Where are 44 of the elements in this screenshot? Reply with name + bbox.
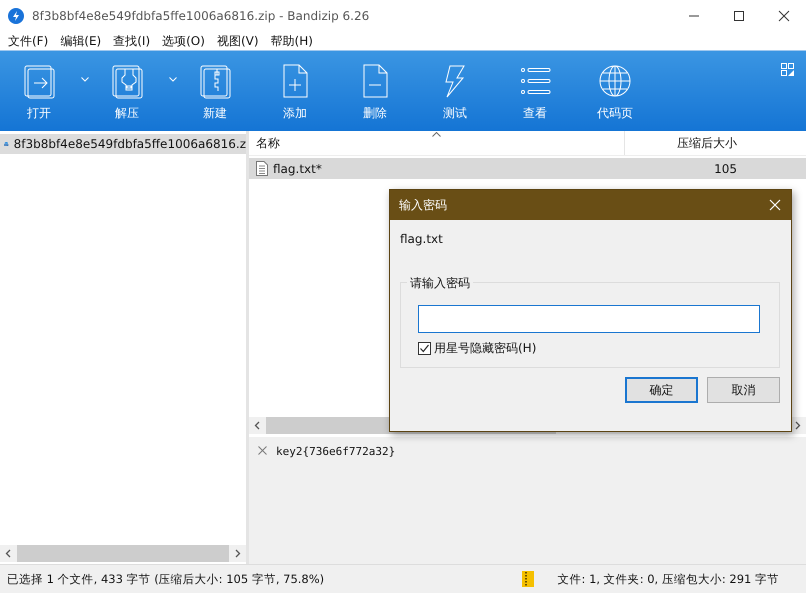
menu-item[interactable]: 帮助(H) [270, 32, 313, 50]
status-text: 已选择 1 个文件, 433 字节 (压缩后大小: 105 字节, 75.8%) [7, 572, 326, 586]
toolbar-button[interactable]: 添加 [270, 51, 320, 122]
menu-item[interactable]: 编辑(E) [60, 32, 102, 50]
file-row[interactable]: flag.txt* 105 [249, 158, 806, 179]
comment-text: key2{736e6f772a32} [276, 446, 396, 457]
password-field[interactable] [418, 305, 760, 333]
layout-icon[interactable] [781, 63, 794, 76]
file-name: flag.txt [400, 232, 444, 246]
app-logo-icon [8, 8, 24, 24]
maximize-icon[interactable] [733, 10, 745, 22]
toolbar-button[interactable]: 删除 [350, 51, 400, 122]
menu-item[interactable]: 视图(V) [216, 32, 259, 50]
toolbar-button[interactable]: 新建 [190, 51, 240, 122]
dialog-title: 输入密码 [399, 196, 447, 214]
archive-tree-item[interactable]: 8f3b8bf4e8e549fdbfa5ffe1006a6816.z [0, 134, 246, 154]
text-file-icon [256, 161, 268, 176]
column-header[interactable]: 压缩后大小 [625, 131, 745, 155]
menu-item[interactable]: 文件(F) [8, 32, 48, 50]
hide-password-checkbox[interactable]: 用星号隐藏密码(H) [418, 340, 762, 357]
cancel-button[interactable]: 取消 [707, 377, 780, 403]
zip-folder-icon [521, 570, 535, 588]
checkbox-icon[interactable] [418, 342, 431, 355]
group-label: 请输入密码 [407, 275, 473, 292]
toolbar-button[interactable]: 代码页 [590, 51, 640, 122]
toolbar-button[interactable]: 打开 [14, 51, 64, 122]
dropdown-caret-icon[interactable] [169, 77, 177, 82]
new-archive-icon [198, 63, 232, 99]
menu-item[interactable]: 查找(I) [113, 32, 150, 50]
ok-button[interactable]: 确定 [625, 377, 698, 403]
close-icon[interactable] [778, 10, 790, 22]
horizontal-scrollbar[interactable] [0, 545, 246, 562]
status-text: 文件: 1, 文件夹: 0, 压缩包大小: 291 字节 [558, 572, 780, 586]
toolbar-button[interactable]: 测试 [430, 51, 480, 122]
toolbar-button[interactable]: 查看 [510, 51, 560, 122]
column-header[interactable]: 名称 [249, 131, 625, 155]
window-title: 8f3b8bf4e8e549fdbfa5ffe1006a6816.zip - Bandizip 6.26 [32, 9, 370, 23]
globe-icon [598, 63, 632, 99]
sort-caret-icon [432, 132, 441, 137]
open-file-icon [22, 63, 56, 99]
zipper-file-icon [110, 63, 144, 99]
dropdown-caret-icon[interactable] [81, 77, 89, 82]
toolbar-button[interactable]: 解压 [102, 51, 152, 122]
menu-item[interactable]: 选项(O) [162, 32, 205, 50]
